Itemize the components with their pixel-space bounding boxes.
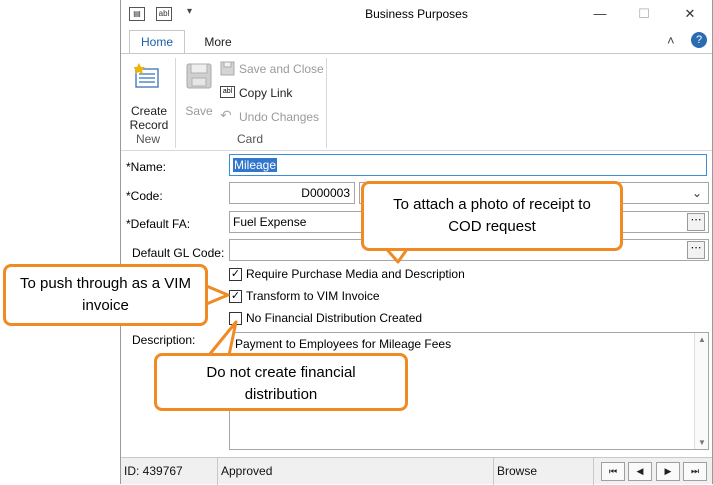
callout-attach-photo: To attach a photo of receipt to COD requ… [361, 181, 623, 251]
callout-no-financial-distribution: Do not create financial distribution [154, 353, 408, 411]
callout-push-vim: To push through as a VIM invoice [3, 264, 208, 326]
